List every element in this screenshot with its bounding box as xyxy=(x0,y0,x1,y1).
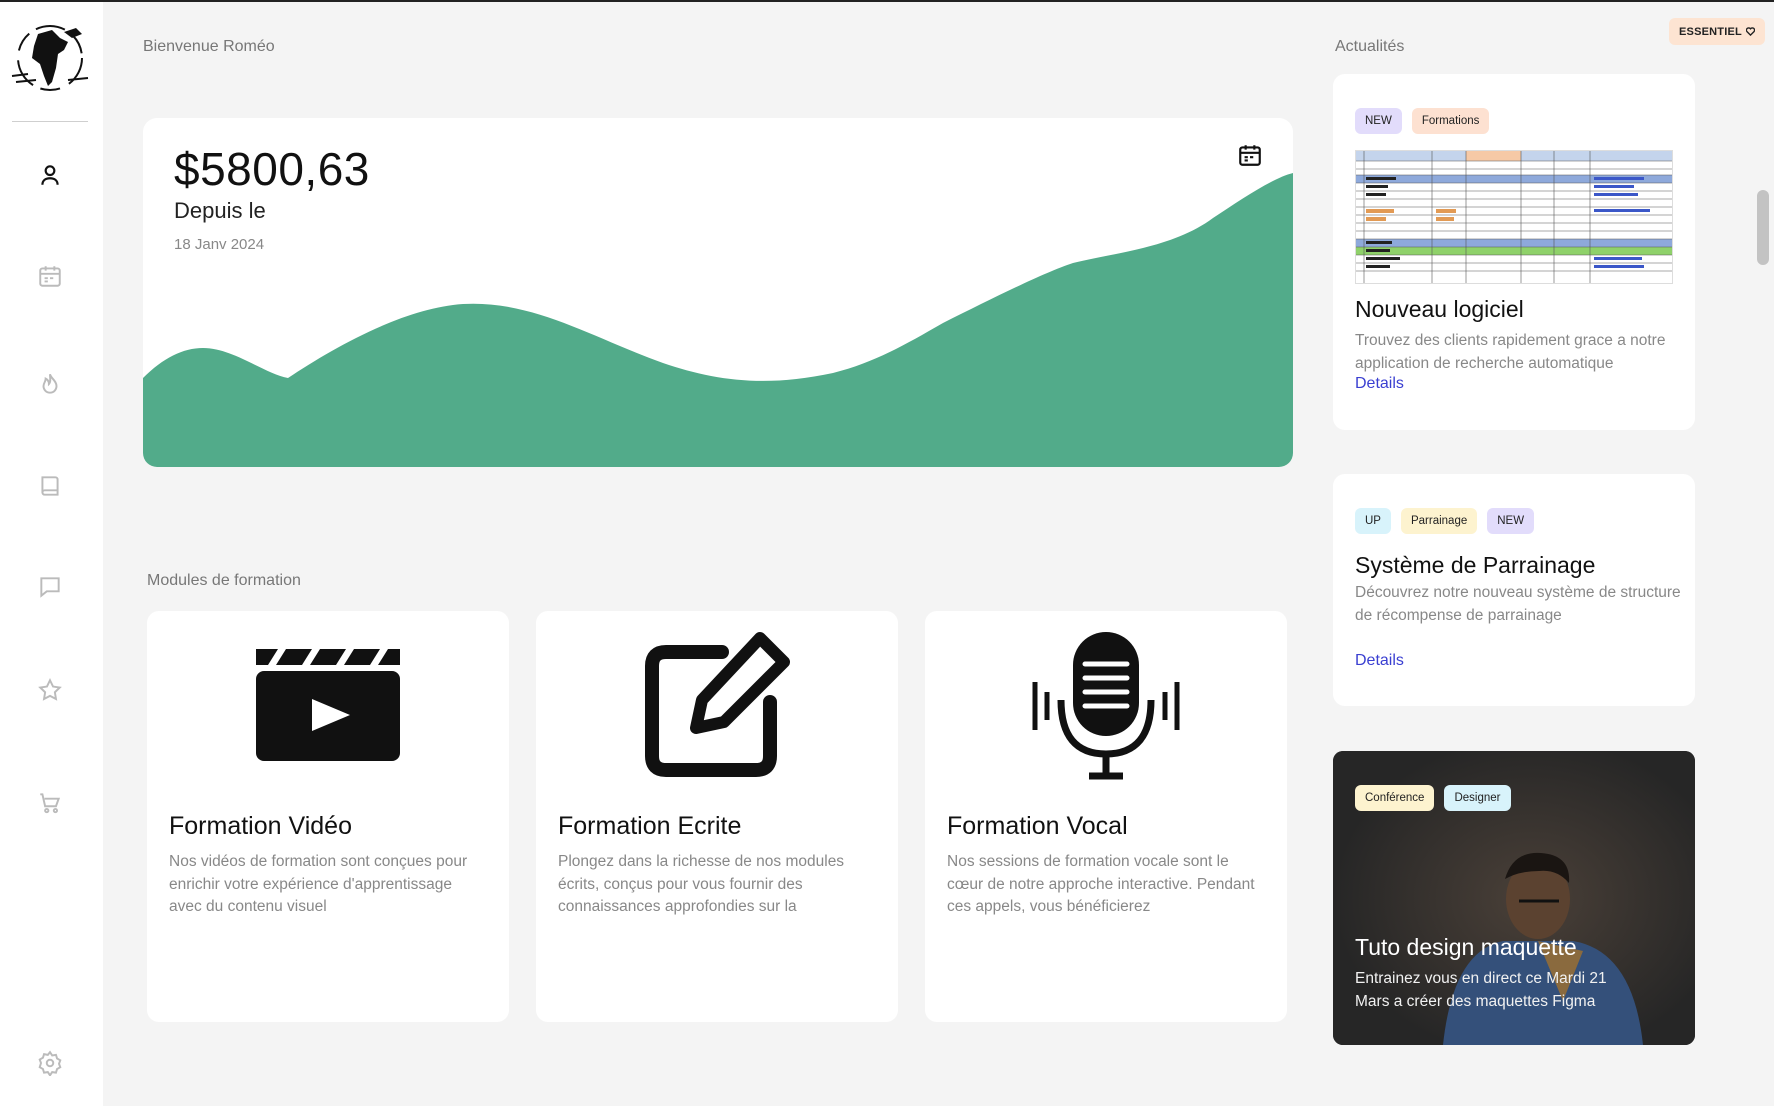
details-link[interactable]: Details xyxy=(1355,652,1404,670)
calendar-icon xyxy=(39,266,61,287)
sidebar-item-trending[interactable] xyxy=(35,369,65,399)
edit-icon xyxy=(645,632,790,777)
spreadsheet-preview-image xyxy=(1355,150,1673,284)
sidebar-item-cart[interactable] xyxy=(35,788,65,818)
microphone-icon xyxy=(1032,632,1180,780)
clapperboard-icon xyxy=(256,649,400,761)
balance-amount: $5800,63 xyxy=(174,143,370,195)
flame-icon xyxy=(42,373,58,394)
sidebar-item-messages[interactable] xyxy=(35,572,65,602)
spreadsheet-thumbnail xyxy=(1356,151,1672,283)
module-icon-wrap xyxy=(147,625,509,785)
module-icon-wrap xyxy=(925,625,1287,785)
scrollbar-thumb[interactable] xyxy=(1757,190,1769,265)
modules-heading: Modules de formation xyxy=(147,572,301,589)
balance-since-label: Depuis le xyxy=(174,198,266,223)
module-card-written[interactable]: Formation Ecrite Plongez dans la richess… xyxy=(536,611,898,1022)
news-card-software[interactable]: NEW Formations Nouveau logiciel Trouvez … xyxy=(1333,74,1695,430)
tag-list: Conférence Designer xyxy=(1355,785,1511,811)
cart-icon xyxy=(40,793,61,814)
tag: Conférence xyxy=(1355,785,1435,811)
sidebar-item-favorites[interactable] xyxy=(35,675,65,705)
sidebar-item-profile[interactable] xyxy=(35,160,65,190)
user-icon xyxy=(41,165,59,185)
tag-list: UP Parrainage NEW xyxy=(1355,508,1535,534)
logo xyxy=(11,25,89,91)
module-description: Nos vidéos de formation sont conçues pou… xyxy=(169,853,468,915)
news-card-design-tutorial[interactable]: Conférence Designer Tuto design maquette… xyxy=(1333,751,1695,1045)
tag: NEW xyxy=(1355,108,1402,134)
tag: Formations xyxy=(1411,108,1490,134)
module-card-vocal[interactable]: Formation Vocal Nos sessions de formatio… xyxy=(925,611,1287,1022)
calendar-icon xyxy=(1239,145,1261,166)
tag: UP xyxy=(1355,508,1391,534)
module-icon-wrap xyxy=(536,625,898,785)
news-description: Découvrez notre nouveau système de struc… xyxy=(1355,584,1681,624)
sidebar-item-calendar[interactable] xyxy=(35,261,65,291)
date-picker-button[interactable] xyxy=(1237,142,1263,168)
plan-badge[interactable]: ESSENTIEL xyxy=(1669,18,1765,45)
welcome-message: Bienvenue Roméo xyxy=(143,38,275,55)
sidebar-divider xyxy=(12,121,88,122)
news-description: Trouvez des clients rapidement grace a n… xyxy=(1355,332,1666,372)
news-heading: Actualités xyxy=(1335,38,1405,55)
sidebar-item-library[interactable] xyxy=(35,471,65,501)
tag: Parrainage xyxy=(1400,508,1478,534)
tag: NEW xyxy=(1487,508,1535,534)
star-icon xyxy=(38,678,62,701)
sidebar-item-settings[interactable] xyxy=(35,1048,65,1078)
book-icon xyxy=(41,476,59,496)
news-title: Système de Parrainage xyxy=(1355,552,1596,578)
details-link[interactable]: Details xyxy=(1355,375,1404,393)
news-card-referral[interactable]: UP Parrainage NEW Système de Parrainage … xyxy=(1333,474,1695,706)
news-description: Entrainez vous en direct ce Mardi 21 Mar… xyxy=(1355,970,1607,1010)
tag: Designer xyxy=(1444,785,1511,811)
settings-icon xyxy=(38,1050,62,1076)
module-title: Formation Vocal xyxy=(947,812,1128,840)
heart-icon xyxy=(1745,27,1755,36)
module-title: Formation Ecrite xyxy=(558,812,742,840)
plan-badge-label: ESSENTIEL xyxy=(1679,25,1742,38)
module-card-video[interactable]: Formation Vidéo Nos vidéos de formation … xyxy=(147,611,509,1022)
tag-list: NEW Formations xyxy=(1355,108,1490,134)
module-description: Plongez dans la richesse de nos modules … xyxy=(558,853,845,915)
news-title: Nouveau logiciel xyxy=(1355,296,1524,322)
sidebar xyxy=(0,2,103,1106)
module-description: Nos sessions de formation vocale sont le… xyxy=(947,853,1255,915)
balance-area xyxy=(143,173,1293,467)
news-title: Tuto design maquette xyxy=(1355,934,1577,960)
balance-card: $5800,63 Depuis le 18 Janv 2024 xyxy=(143,118,1293,467)
balance-date: 18 Janv 2024 xyxy=(174,236,265,253)
module-title: Formation Vidéo xyxy=(169,812,352,840)
chat-icon xyxy=(40,577,60,598)
